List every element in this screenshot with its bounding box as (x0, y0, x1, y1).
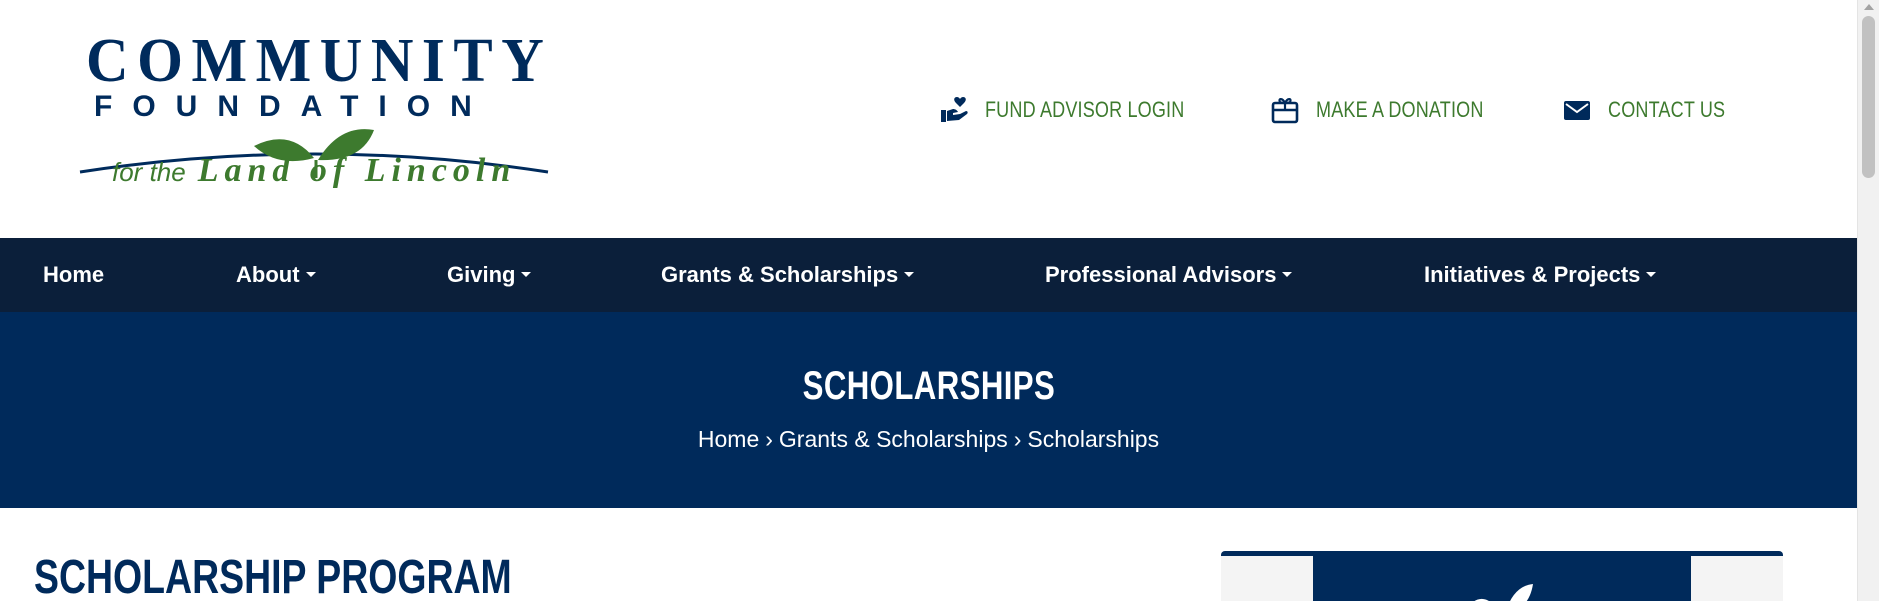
caret-down-icon (1646, 271, 1657, 277)
caret-down-icon (521, 271, 532, 277)
fund-advisor-login-link[interactable]: FUND ADVISOR LOGIN (939, 95, 1228, 125)
nav-item-about[interactable]: About (236, 238, 316, 312)
logo-tagline-main: Land of Lincoln (197, 152, 517, 189)
make-a-donation-label: MAKE A DONATION (1315, 97, 1484, 122)
nav-item-label: Professional Advisors (1045, 262, 1277, 287)
nav-item-giving[interactable]: Giving (447, 238, 532, 312)
nav-item-label: Giving (447, 262, 516, 287)
envelope-icon (1564, 101, 1591, 120)
site-header: COMMUNITY FOUNDATION for the Land of Linc… (0, 0, 1857, 238)
scroll-up-arrow-icon[interactable] (1864, 4, 1874, 10)
logo-wordmark-foundation: FOUNDATION (94, 90, 492, 123)
main-nav: Home About Giving Grants & Scholarships … (0, 238, 1857, 312)
hand-heart-icon (940, 97, 968, 122)
fund-advisor-login-label: FUND ADVISOR LOGIN (984, 97, 1184, 122)
nav-item-label: Home (43, 262, 105, 287)
caret-down-icon (1282, 271, 1293, 277)
breadcrumb: Home › Grants & Scholarships › Scholarships (0, 426, 1857, 453)
gift-card-icon (1271, 98, 1299, 124)
breadcrumb-home-link[interactable]: Home (698, 426, 759, 452)
nav-item-label: Initiatives & Projects (1424, 262, 1641, 287)
breadcrumb-separator: › (1013, 426, 1022, 452)
logo-tagline: for the Land of Lincoln (112, 152, 516, 190)
contact-us-link[interactable]: CONTACT US (1562, 95, 1751, 125)
breadcrumb-current: Scholarships (1027, 426, 1160, 452)
nav-item-professional-advisors[interactable]: Professional Advisors (1045, 238, 1293, 312)
logo-wordmark-community: COMMUNITY (86, 27, 553, 95)
breadcrumb-separator: › (765, 426, 773, 452)
nav-item-label: Grants & Scholarships (661, 262, 899, 287)
leaf-icon (1474, 584, 1533, 601)
nav-item-home[interactable]: Home (43, 238, 104, 312)
page-scrollbar[interactable] (1857, 0, 1879, 601)
section-heading: SCHOLARSHIP PROGRAM (34, 551, 512, 601)
nav-item-grants-scholarships[interactable]: Grants & Scholarships (661, 238, 915, 312)
page-title: SCHOLARSHIPS (802, 364, 1055, 408)
make-a-donation-link[interactable]: MAKE A DONATION (1270, 95, 1520, 125)
sidebar-card (1221, 551, 1783, 601)
nav-item-label: About (236, 262, 300, 287)
logo-tagline-prefix: for the (112, 157, 186, 187)
site-logo[interactable]: COMMUNITY FOUNDATION for the Land of Linc… (78, 22, 558, 192)
scrollbar-thumb[interactable] (1862, 16, 1875, 178)
utility-nav: FUND ADVISOR LOGIN MAKE A DONATION CONTA… (897, 92, 1752, 128)
contact-us-label: CONTACT US (1608, 97, 1726, 122)
caret-down-icon (904, 271, 915, 277)
page-hero: SCHOLARSHIPS Home › Grants & Scholarships ›… (0, 312, 1857, 508)
sidebar-card-logo-panel (1313, 556, 1691, 601)
caret-down-icon (305, 271, 316, 277)
breadcrumb-grants-scholarships-link[interactable]: Grants & Scholarships (779, 426, 1008, 452)
nav-item-initiatives-projects[interactable]: Initiatives & Projects (1424, 238, 1657, 312)
